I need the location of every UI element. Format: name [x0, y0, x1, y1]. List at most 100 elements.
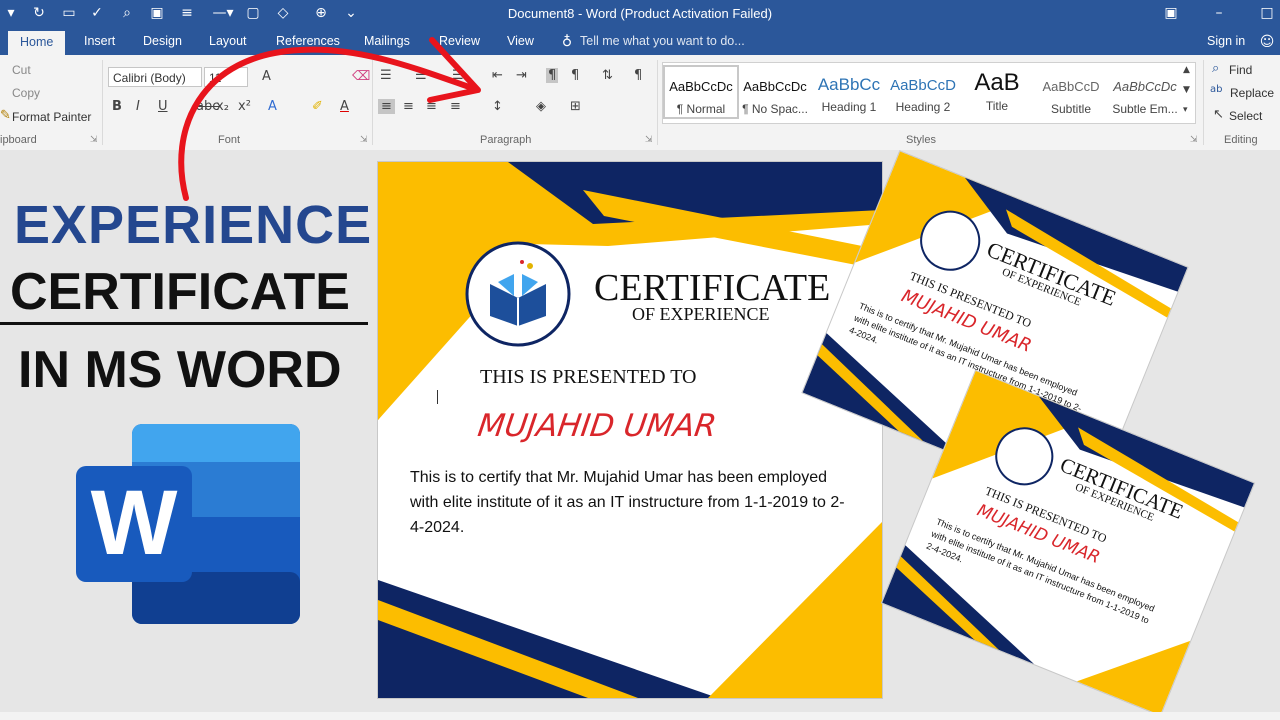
ribbon-display-icon[interactable]: ▣ [1162, 4, 1180, 22]
line-spacing-icon[interactable]: ↕ [492, 99, 503, 114]
grow-font-icon[interactable]: A [262, 69, 271, 84]
subscript-icon[interactable]: x₂ [216, 99, 229, 114]
svg-text:W: W [91, 472, 178, 574]
paragraph-launcher-icon[interactable]: ⇲ [645, 135, 653, 145]
tell-me-box[interactable]: Tell me what you want to do... [580, 34, 745, 48]
cut-button[interactable]: Cut [12, 63, 31, 77]
headline-experience: EXPERIENCE [14, 195, 373, 255]
style-preview: AaBbCcD [1042, 79, 1100, 94]
clear-format-icon[interactable]: ⌫ [352, 69, 370, 84]
style-normal[interactable]: AaBbCcDc ¶ Normal [663, 65, 739, 119]
ltr-icon[interactable]: ¶ [546, 68, 559, 83]
tab-design[interactable]: Design [143, 34, 182, 48]
borders-icon[interactable]: ⊞ [570, 99, 581, 114]
shading-icon[interactable]: ◈ [536, 99, 546, 114]
red-arrow-icon [178, 37, 481, 201]
highlight-icon[interactable]: ✐ [312, 99, 323, 114]
tab-references[interactable]: References [276, 34, 340, 48]
underline-icon[interactable]: U [158, 99, 168, 114]
style-name: ¶ No Spac... [742, 102, 808, 116]
headline-underline [0, 322, 368, 325]
bullets-icon[interactable]: ☰ [380, 68, 392, 83]
style-name: Subtle Em... [1112, 102, 1178, 116]
account-icon[interactable]: ☺ [1258, 33, 1276, 51]
styles-group-label: Styles [906, 134, 936, 146]
show-marks-icon[interactable]: ¶ [634, 68, 642, 83]
find-icon: ⌕ [1212, 61, 1220, 76]
style-subtitle[interactable]: AaBbCcD Subtitle [1035, 67, 1107, 117]
select-button[interactable]: Select [1229, 109, 1262, 123]
style-preview: AaBbCcDc [743, 79, 807, 94]
style-preview: AaB [974, 69, 1020, 96]
ribbon-tabs: Home Insert Design Layout References Mai… [0, 28, 1280, 55]
headline-certificate: CERTIFICATE [10, 263, 350, 321]
style-name: ¶ Normal [676, 102, 726, 116]
ribbon-divider [657, 60, 658, 145]
tab-home[interactable]: Home [8, 31, 66, 55]
tab-review[interactable]: Review [439, 34, 480, 48]
sign-in-link[interactable]: Sign in [1207, 34, 1245, 48]
styles-more-icon[interactable]: ▾ [1183, 105, 1188, 115]
tab-layout[interactable]: Layout [209, 34, 247, 48]
font-group-label: Font [218, 134, 241, 146]
rtl-icon[interactable]: ¶ [571, 68, 579, 83]
ribbon: Cut Copy ✎ Format Painter ipboard ⇲ Cali… [0, 55, 1280, 151]
style-name: Title [985, 99, 1009, 113]
text-effects-icon[interactable]: A [268, 99, 277, 114]
font-family-select[interactable]: Calibri (Body) [108, 67, 202, 87]
style-subtle-emphasis[interactable]: AaBbCcDc Subtle Em... [1109, 67, 1181, 117]
headline-in-ms-word: IN MS WORD [18, 341, 342, 399]
styles-scroll-up-icon[interactable]: ▲ [1183, 65, 1190, 75]
minimize-icon[interactable]: – [1210, 4, 1228, 22]
certificate-body: This is to certify that Mr. Mujahid Umar… [410, 469, 845, 536]
text-cursor [437, 390, 438, 404]
word-logo-icon: W [76, 424, 300, 624]
style-title[interactable]: AaB Title [961, 67, 1033, 117]
style-no-spacing[interactable]: AaBbCcDc ¶ No Spac... [739, 67, 811, 117]
style-preview: AaBbCc [817, 75, 881, 94]
document-area[interactable]: EXPERIENCE CERTIFICATE IN MS WORD W CERT… [0, 37, 1280, 720]
style-preview: AaBbCcDc [669, 79, 733, 94]
editing-group-label: Editing [1224, 134, 1258, 146]
styles-launcher-icon[interactable]: ⇲ [1190, 135, 1198, 145]
ribbon-divider [1203, 60, 1204, 145]
ribbon-divider [372, 60, 373, 145]
clipboard-launcher-icon[interactable]: ⇲ [90, 135, 98, 145]
font-color-icon[interactable]: A [340, 99, 349, 114]
certificate-page[interactable]: CERTIFICATE OF EXPERIENCE THIS IS PRESEN… [378, 162, 882, 698]
align-left-icon[interactable]: ≡ [378, 99, 395, 114]
tab-view[interactable]: View [507, 34, 534, 48]
brush-icon: ✎ [0, 108, 11, 123]
style-heading-1[interactable]: AaBbCc Heading 1 [813, 67, 885, 117]
styles-scroll-down-icon[interactable]: ▼ [1183, 85, 1190, 95]
align-center-icon[interactable]: ≡ [403, 99, 414, 114]
superscript-icon[interactable]: x² [238, 99, 251, 114]
recipient-name: MUJAHID UMAR [475, 408, 719, 444]
style-heading-2[interactable]: AaBbCcD Heading 2 [887, 67, 959, 117]
select-icon: ↖ [1213, 107, 1224, 122]
style-name: Heading 2 [895, 100, 951, 114]
window-title: Document8 - Word (Product Activation Fai… [507, 6, 773, 21]
style-preview: AaBbCcD [890, 77, 956, 94]
bold-icon[interactable]: B [112, 99, 122, 114]
italic-icon[interactable]: I [136, 99, 140, 114]
paragraph-group-label: Paragraph [480, 134, 532, 146]
copy-button[interactable]: Copy [12, 86, 40, 100]
justify-icon[interactable]: ≡ [450, 99, 461, 114]
tab-insert[interactable]: Insert [84, 34, 115, 48]
replace-button[interactable]: Replace [1230, 86, 1274, 100]
tab-mailings[interactable]: Mailings [364, 34, 410, 48]
book-logo-icon [465, 241, 571, 347]
format-painter-button[interactable]: Format Painter [12, 110, 91, 124]
certificate-subtitle: OF EXPERIENCE [632, 304, 770, 324]
increase-indent-icon[interactable]: ⇥ [516, 68, 527, 83]
presented-to-text: THIS IS PRESENTED TO [480, 366, 697, 388]
sort-icon[interactable]: ⇅ [602, 68, 613, 83]
decrease-indent-icon[interactable]: ⇤ [492, 68, 503, 83]
font-launcher-icon[interactable]: ⇲ [360, 135, 368, 145]
find-button[interactable]: Find [1229, 63, 1252, 77]
clipboard-group-label: ipboard [0, 134, 37, 146]
replace-icon: ab [1210, 84, 1223, 95]
maximize-icon[interactable]: □ [1258, 4, 1276, 22]
lightbulb-icon: ♁ [561, 34, 573, 50]
